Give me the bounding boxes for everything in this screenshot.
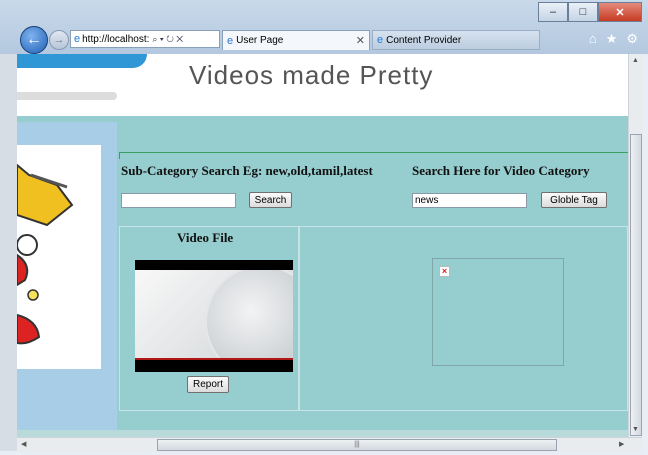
- subcategory-label: Sub-Category Search Eg: new,old,tamil,la…: [121, 163, 373, 178]
- page-viewport: Videos made Pretty Sub-Category Search E…: [17, 54, 628, 437]
- tab-close-icon[interactable]: ✕: [356, 34, 365, 47]
- ie-tab-icon: e: [227, 34, 234, 47]
- forward-button[interactable]: →: [49, 30, 69, 50]
- globle-tag-button[interactable]: Globle Tag: [541, 192, 607, 208]
- ie-page-icon: e: [74, 33, 81, 45]
- logo-shadow: [17, 92, 117, 100]
- home-icon[interactable]: ⌂: [589, 31, 597, 47]
- cartoon-image: [17, 145, 101, 369]
- video-file-heading: Video File: [177, 230, 234, 245]
- back-button[interactable]: ←: [20, 26, 48, 54]
- window-controls: – □ ✕: [538, 2, 642, 22]
- broken-image-frame: ×: [432, 258, 564, 366]
- site-header: Videos made Pretty: [17, 54, 628, 116]
- report-button[interactable]: Report: [187, 376, 229, 393]
- globe-graphic: [205, 270, 293, 360]
- bottom-divider: [119, 410, 628, 411]
- title-bar: – □ ✕: [0, 0, 648, 24]
- address-bar[interactable]: e http://localhost: ⌕ ▾ ↻ ✕: [70, 30, 220, 48]
- vertical-scrollbar[interactable]: ▲ ▼: [628, 54, 643, 437]
- scroll-left-icon[interactable]: ◀: [21, 440, 26, 448]
- horizontal-scrollbar[interactable]: ◀ ||| ▶: [17, 437, 642, 452]
- back-arrow-icon: ←: [26, 31, 42, 48]
- forward-arrow-icon: →: [53, 34, 65, 46]
- site-title: Videos made Pretty: [189, 60, 434, 90]
- category-label: Search Here for Video Category: [412, 163, 590, 178]
- subcategory-search-input[interactable]: [121, 193, 236, 208]
- maximize-button[interactable]: □: [568, 2, 598, 22]
- footer-band: [17, 430, 628, 437]
- browser-chrome: – □ ✕ ← → e http://localhost: ⌕ ▾ ↻ ✕ e …: [0, 0, 648, 54]
- horizontal-scroll-thumb[interactable]: |||: [157, 439, 557, 451]
- scroll-up-icon[interactable]: ▲: [632, 57, 639, 64]
- logo-graphic: [17, 54, 147, 68]
- tab-label: User Page: [236, 35, 284, 46]
- video-player[interactable]: [135, 260, 293, 372]
- scroll-right-icon[interactable]: ▶: [619, 440, 624, 448]
- address-bar-icons[interactable]: ⌕ ▾ ↻ ✕: [152, 34, 183, 45]
- window-left-edge: [0, 54, 17, 451]
- category-search-input[interactable]: news: [412, 193, 527, 208]
- tab-label: Content Provider: [386, 34, 462, 46]
- browser-toolbar-icons: ⌂ ★ ⚙: [589, 31, 638, 47]
- close-window-button[interactable]: ✕: [598, 2, 642, 22]
- broken-image-icon: ×: [439, 266, 450, 277]
- news-banner: [135, 358, 293, 360]
- ie-tab-icon: e: [377, 34, 384, 46]
- tab-content-provider[interactable]: e Content Provider: [372, 30, 540, 50]
- vertical-scroll-thumb[interactable]: [630, 134, 642, 436]
- section-divider: [119, 152, 628, 159]
- tab-user-page[interactable]: e User Page ✕: [222, 30, 370, 50]
- minimize-button[interactable]: –: [538, 2, 568, 22]
- star-icon[interactable]: ★: [606, 31, 618, 47]
- video-frame: [135, 270, 293, 360]
- address-text: http://localhost:: [82, 33, 150, 45]
- search-button[interactable]: Search: [249, 192, 292, 208]
- scroll-down-icon[interactable]: ▼: [632, 426, 639, 433]
- gear-icon[interactable]: ⚙: [626, 31, 638, 47]
